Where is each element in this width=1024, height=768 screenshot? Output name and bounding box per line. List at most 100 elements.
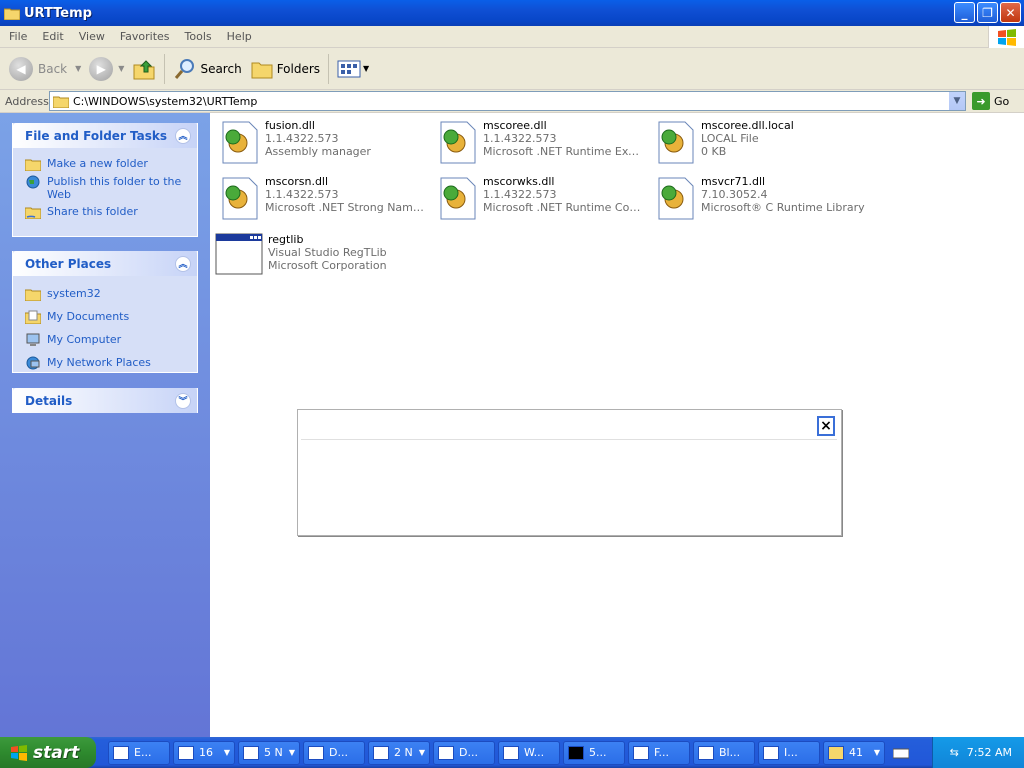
file-description: Microsoft .NET Strong Name S... bbox=[265, 201, 425, 214]
taskbar-button[interactable]: 41 ▼ bbox=[823, 740, 885, 765]
menu-view[interactable]: View bbox=[79, 30, 105, 43]
file-item-regtlib[interactable]: regtlib Visual Studio RegTLib Microsoft … bbox=[215, 233, 428, 277]
collapse-icon[interactable]: ︽ bbox=[175, 127, 191, 144]
file-size: 0 KB bbox=[701, 145, 727, 158]
program-icon bbox=[243, 745, 259, 760]
minimize-button[interactable]: _ bbox=[954, 2, 975, 23]
taskbar-button-label: Bl... bbox=[719, 746, 741, 759]
place-network-link[interactable]: My Network Places bbox=[13, 354, 197, 372]
dll-file-icon bbox=[656, 119, 696, 165]
windows-logo-icon bbox=[11, 744, 27, 761]
taskbar: start E... 16 ▼ 5 N ▼ D... 2 N ▼ D... W... … bbox=[0, 737, 1024, 768]
place-my-computer-link[interactable]: My Computer bbox=[13, 331, 197, 354]
file-item-mscorsn-dll[interactable]: mscorsn.dll 1.1.4322.573 Microsoft .NET … bbox=[220, 175, 425, 221]
taskbar-button[interactable]: I... bbox=[758, 740, 820, 765]
menu-file[interactable]: File bbox=[9, 30, 27, 43]
file-name: msvcr71.dll bbox=[701, 175, 766, 188]
new-folder-icon bbox=[25, 159, 41, 171]
taskbar-button-label: E... bbox=[134, 746, 152, 759]
program-icon bbox=[308, 745, 324, 760]
dialog-close-button[interactable]: × bbox=[817, 416, 835, 436]
file-item-fusion-dll[interactable]: fusion.dll 1.1.4322.573 Assembly manager bbox=[220, 119, 425, 165]
publish-folder-link[interactable]: Publish this folder to the Web bbox=[13, 173, 197, 203]
menu-tools[interactable]: Tools bbox=[185, 30, 212, 43]
file-name: mscorsn.dll bbox=[265, 175, 329, 188]
taskbar-button-label: D... bbox=[459, 746, 478, 759]
taskbar-button[interactable]: Bl... bbox=[693, 740, 755, 765]
taskbar-button[interactable]: 16 ▼ bbox=[173, 740, 235, 765]
details-panel: Details ︾ bbox=[12, 388, 198, 413]
file-version: 1.1.4322.573 bbox=[483, 188, 557, 201]
link-label: Make a new folder bbox=[47, 157, 148, 170]
taskbar-button[interactable]: 5 N ▼ bbox=[238, 740, 300, 765]
folder-icon bbox=[828, 745, 844, 760]
collapse-icon[interactable]: ︽ bbox=[175, 255, 191, 272]
place-my-documents-link[interactable]: My Documents bbox=[13, 308, 197, 331]
address-value: C:\WINDOWS\system32\URTTemp bbox=[73, 94, 258, 108]
menu-favorites[interactable]: Favorites bbox=[120, 30, 170, 43]
share-folder-link[interactable]: Share this folder bbox=[13, 203, 197, 221]
expand-icon[interactable]: ︾ bbox=[175, 392, 191, 409]
dll-file-icon bbox=[220, 119, 260, 165]
file-version: 1.1.4322.573 bbox=[265, 132, 339, 145]
close-button[interactable]: ✕ bbox=[1000, 2, 1021, 23]
dll-file-icon bbox=[438, 175, 478, 221]
clock[interactable]: 7:52 AM bbox=[967, 746, 1012, 759]
file-version: 1.1.4322.573 bbox=[483, 132, 557, 145]
title-bar: URTTemp _ ❐ ✕ bbox=[0, 0, 1024, 26]
address-bar: Address C:\WINDOWS\system32\URTTemp ▼ ➜ … bbox=[0, 90, 1024, 113]
program-icon bbox=[438, 745, 454, 760]
views-button[interactable]: ▼ bbox=[333, 52, 373, 86]
file-item-msvcr71-dll[interactable]: msvcr71.dll 7.10.3052.4 Microsoft® C Run… bbox=[656, 175, 901, 221]
maximize-button[interactable]: ❐ bbox=[977, 2, 998, 23]
dialog-header: × bbox=[301, 413, 837, 440]
panel-title: Other Places bbox=[25, 256, 112, 271]
chevron-down-icon: ▼ bbox=[223, 748, 230, 757]
file-item-mscoree-dll-local[interactable]: mscoree.dll.local LOCAL File 0 KB bbox=[656, 119, 861, 165]
start-label: start bbox=[33, 742, 80, 763]
address-dropdown-button[interactable]: ▼ bbox=[948, 92, 965, 110]
forward-button[interactable]: ▶ ▼ bbox=[85, 52, 128, 86]
network-tray-icon[interactable]: ⇆ bbox=[950, 746, 959, 759]
bluetooth-icon bbox=[698, 745, 714, 760]
back-label: Back bbox=[38, 61, 68, 76]
up-folder-button[interactable] bbox=[128, 52, 160, 86]
file-description: Microsoft .NET Runtime Comm... bbox=[483, 201, 643, 214]
start-button[interactable]: start bbox=[0, 737, 96, 768]
console-icon bbox=[568, 745, 584, 760]
taskbar-button[interactable]: 5... bbox=[563, 740, 625, 765]
taskbar-button[interactable]: F... bbox=[628, 740, 690, 765]
file-item-mscoree-dll[interactable]: mscoree.dll 1.1.4322.573 Microsoft .NET … bbox=[438, 119, 643, 165]
taskbar-button[interactable]: D... bbox=[303, 740, 365, 765]
folders-button[interactable]: Folders bbox=[246, 52, 324, 86]
folder-icon bbox=[25, 289, 41, 301]
panel-header[interactable]: Other Places ︽ bbox=[13, 251, 197, 276]
panel-title: File and Folder Tasks bbox=[25, 128, 168, 143]
toolbar-separator bbox=[328, 53, 330, 84]
taskbar-button[interactable]: 2 N ▼ bbox=[368, 740, 430, 765]
place-system32-link[interactable]: system32 bbox=[13, 285, 197, 308]
go-label: Go bbox=[994, 94, 1010, 108]
file-item-mscorwks-dll[interactable]: mscorwks.dll 1.1.4322.573 Microsoft .NET… bbox=[438, 175, 643, 221]
back-button[interactable]: ◀ Back ▼ bbox=[5, 52, 85, 86]
link-label: My Documents bbox=[47, 310, 130, 323]
chevron-down-icon: ▼ bbox=[363, 64, 370, 73]
menu-help[interactable]: Help bbox=[227, 30, 252, 43]
taskbar-button[interactable]: W... bbox=[498, 740, 560, 765]
program-icon bbox=[763, 745, 779, 760]
make-new-folder-link[interactable]: Make a new folder bbox=[13, 155, 197, 173]
taskbar-button[interactable]: D... bbox=[433, 740, 495, 765]
panel-header[interactable]: File and Folder Tasks ︽ bbox=[13, 123, 197, 148]
taskbar-button[interactable]: E... bbox=[108, 740, 170, 765]
application-icon bbox=[215, 233, 263, 277]
globe-icon bbox=[26, 175, 40, 189]
toolbar-separator bbox=[164, 53, 166, 84]
link-label: Share this folder bbox=[47, 205, 138, 218]
address-field[interactable]: C:\WINDOWS\system32\URTTemp ▼ bbox=[49, 91, 966, 111]
file-name: mscoree.dll.local bbox=[701, 119, 794, 132]
go-button[interactable]: ➜ Go bbox=[972, 92, 1009, 110]
keyboard-icon[interactable] bbox=[891, 743, 911, 763]
panel-header[interactable]: Details ︾ bbox=[13, 388, 197, 413]
search-button[interactable]: Search bbox=[169, 52, 245, 86]
menu-edit[interactable]: Edit bbox=[42, 30, 63, 43]
